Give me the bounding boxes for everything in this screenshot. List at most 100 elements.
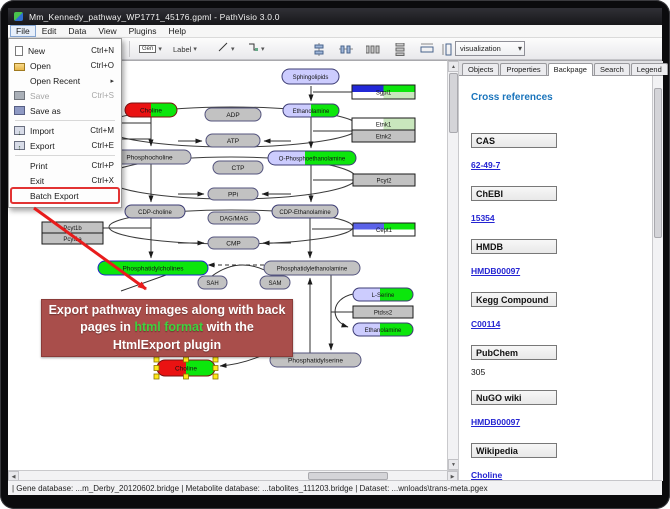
export-icon [14, 141, 25, 150]
xref-link[interactable]: 15354 [471, 213, 495, 223]
selection-handle[interactable] [184, 374, 189, 379]
gene-icon: Gen [139, 45, 156, 53]
node-label: Phosphatidylserine [288, 357, 343, 364]
align-center-y-button[interactable] [335, 41, 357, 58]
xref-link[interactable]: HMDB00097 [471, 266, 520, 276]
menu-item-shortcut: Ctrl+O [91, 61, 114, 70]
pathway-node-phosphatidylethanolamine[interactable]: Phosphatidylethanolamine [264, 261, 360, 275]
draw-connector-button[interactable] [244, 41, 268, 57]
menu-file[interactable]: File [10, 25, 36, 37]
selection-handle[interactable] [154, 366, 159, 371]
pathway-node-cept1[interactable]: Cept1 [353, 223, 415, 236]
panel-scroll-thumb[interactable] [654, 88, 662, 238]
file-menu-item-save[interactable]: SaveCtrl+S [11, 88, 119, 103]
node-label: Etnk1 [376, 122, 392, 128]
pathway-node-sah[interactable]: SAH [198, 276, 227, 289]
pathway-node-etnk2[interactable]: Etnk2 [352, 130, 415, 142]
pathway-node-cdp-choline[interactable]: CDP-choline [125, 205, 185, 218]
annotation-line1: Export pathway images along with back [42, 302, 292, 319]
xref-link[interactable]: HMDB00097 [471, 417, 520, 427]
menu-item-label: Open Recent [30, 76, 100, 86]
node-label: SAM [268, 281, 281, 287]
side-panel: ObjectsPropertiesBackpageSearchLegend Cr… [458, 60, 662, 480]
file-menu-item-export[interactable]: ExportCtrl+E [11, 138, 119, 153]
pathway-node-pcyt2[interactable]: Pcyt2 [353, 174, 415, 186]
file-menu-item-new[interactable]: NewCtrl+N [11, 43, 119, 58]
menu-data[interactable]: Data [62, 25, 92, 37]
tab-legend[interactable]: Legend [631, 63, 668, 75]
common-width-button[interactable] [416, 41, 438, 58]
file-menu-item-batch-export[interactable]: Batch Export [11, 188, 119, 203]
pathway-node-cdp-ethanolamine[interactable]: CDP-Ethanolamine [272, 205, 338, 218]
pathway-node-ptdss2[interactable]: Ptdss2 [353, 306, 413, 318]
distribute-horizontal-button[interactable] [362, 41, 384, 58]
menu-edit[interactable]: Edit [36, 25, 63, 37]
node-label: Cept1 [376, 228, 393, 234]
blank-icon [14, 191, 25, 201]
menu-help[interactable]: Help [163, 25, 192, 37]
selection-handle[interactable] [184, 357, 189, 362]
pathway-node-pcyt1b[interactable]: Pcyt1b [42, 222, 103, 233]
pathway-node-sphingolipids[interactable]: Sphingolipids [282, 69, 339, 84]
selection-handle[interactable] [213, 366, 218, 371]
pathway-node-pcyt1a[interactable]: Pcyt1a [42, 233, 103, 244]
pathway-node-o-phosphoethanolamine[interactable]: O-Phosphoethanolamine [268, 151, 356, 165]
pathway-node-atp[interactable]: ATP [206, 134, 260, 147]
pathway-node-ethanolamine-top[interactable]: Ethanolamine [283, 104, 339, 117]
xref-source-header: PubChem [471, 345, 557, 360]
pathway-node-ppi[interactable]: PPi [208, 188, 258, 200]
file-menu-item-import[interactable]: ImportCtrl+M [11, 123, 119, 138]
tab-search[interactable]: Search [594, 63, 630, 75]
vscroll-thumb[interactable] [449, 73, 458, 133]
selection-handle[interactable] [213, 374, 218, 379]
node-label: CDP-choline [138, 210, 172, 216]
node-label: Ptdss2 [374, 310, 393, 316]
saveas-icon [14, 106, 25, 115]
hscroll-thumb[interactable] [308, 472, 388, 480]
canvas-horizontal-scrollbar[interactable]: ◀ ▶ [8, 470, 458, 480]
xref-link[interactable]: Choline [471, 470, 502, 480]
file-menu-item-open[interactable]: OpenCtrl+O [11, 58, 119, 73]
pathway-node-dag-mag[interactable]: DAG/MAG [208, 212, 260, 224]
tab-objects[interactable]: Objects [462, 63, 499, 75]
add-label-button[interactable]: Label [170, 41, 200, 57]
pathway-node-etnk1[interactable]: Etnk1 [352, 118, 415, 130]
file-menu-item-print[interactable]: PrintCtrl+P [11, 158, 119, 173]
tab-properties[interactable]: Properties [500, 63, 546, 75]
menu-plugins[interactable]: Plugins [123, 25, 163, 37]
file-menu-item-exit[interactable]: ExitCtrl+X [11, 173, 119, 188]
node-label: Pcyt2 [376, 178, 392, 184]
xref-section-cas: CAS62-49-7 [471, 133, 652, 173]
xref-source-header: Wikipedia [471, 443, 557, 458]
xref-link[interactable]: C00114 [471, 319, 500, 329]
file-menu-item-save-as[interactable]: Save as [11, 103, 119, 118]
pathway-node-sgpl1[interactable]: Sgpl1 [352, 85, 415, 99]
xref-section-hmdb: HMDBHMDB00097 [471, 239, 652, 279]
pathway-node-cmp[interactable]: CMP [208, 237, 259, 249]
pathway-node-ctp[interactable]: CTP [213, 161, 263, 174]
add-gene-datanode-button[interactable]: Gen [136, 41, 165, 57]
visualization-combobox[interactable]: visualization [455, 41, 525, 56]
menu-item-shortcut: Ctrl+S [92, 91, 114, 100]
tab-backpage[interactable]: Backpage [548, 63, 593, 76]
pathway-node-l-serine[interactable]: L-Serine [353, 288, 413, 301]
node-label: Etnk2 [376, 134, 392, 140]
pathway-node-choline-top[interactable]: Choline [125, 103, 177, 117]
draw-line-button[interactable] [214, 41, 238, 57]
file-menu-item-open-recent[interactable]: Open Recent▸ [11, 73, 119, 88]
pathway-node-ethanolamine-bottom[interactable]: Ethanolamine [353, 323, 413, 336]
xref-link[interactable]: 62-49-7 [471, 160, 500, 170]
pathway-node-sam[interactable]: SAM [260, 276, 290, 289]
selection-handle[interactable] [154, 357, 159, 362]
node-label: Phosphocholine [126, 154, 173, 161]
selection-handle[interactable] [154, 374, 159, 379]
pathway-node-adp[interactable]: ADP [205, 108, 261, 121]
selection-handle[interactable] [213, 357, 218, 362]
panel-scrollbar[interactable] [652, 76, 663, 481]
menu-view[interactable]: View [92, 25, 122, 37]
pathway-node-phosphatidylcholines[interactable]: Phosphatidylcholines [98, 261, 208, 275]
align-center-x-button[interactable] [308, 41, 330, 58]
distribute-vertical-button[interactable] [389, 41, 411, 58]
pathway-node-choline-selected[interactable]: Choline [154, 357, 218, 379]
canvas-vertical-scrollbar[interactable]: ▲ ▼ [447, 60, 458, 470]
